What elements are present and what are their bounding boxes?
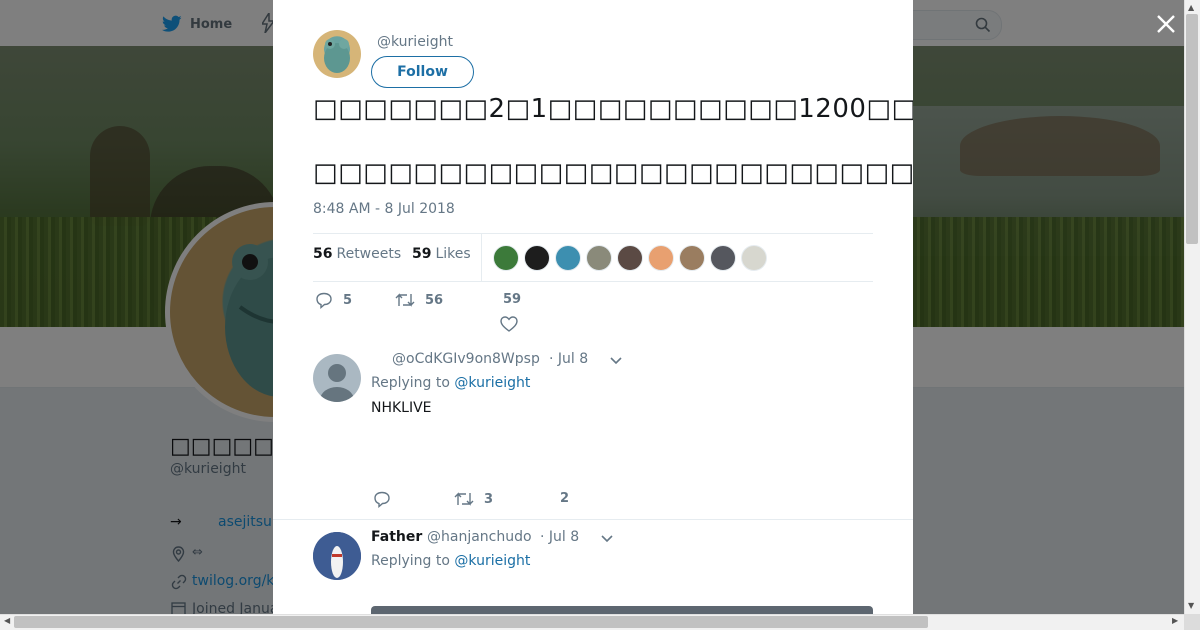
tweet-modal: @kurieight Follow □□□□□□□2□1□□□□□□□□□□12… (273, 0, 913, 614)
reply-action[interactable] (373, 491, 401, 508)
reply-context: Replying to @kurieight (371, 375, 530, 391)
like-count: 2 (560, 491, 570, 506)
reply-date[interactable]: · Jul 8 (549, 351, 588, 367)
tweet-timestamp: 8:48 AM - 8 Jul 2018 (313, 201, 455, 217)
reply-count: 5 (343, 293, 353, 308)
stats-divider (481, 234, 482, 281)
retweet-action[interactable]: 3 (454, 491, 493, 507)
close-icon[interactable] (1154, 12, 1178, 36)
tweet-text-line-2: □□□□□□□□□□□□□□□□□□□□□□□□□□□□□□□□□□□□□□□□… (313, 158, 913, 188)
scroll-down-arrow-icon[interactable]: ▼ (1188, 601, 1194, 610)
retweet-count: 3 (484, 491, 494, 507)
scroll-left-arrow-icon[interactable]: ◀ (4, 616, 10, 625)
like-count-action[interactable]: 2 (560, 491, 569, 506)
scroll-right-arrow-icon[interactable]: ▶ (1172, 616, 1178, 625)
replying-to-label: Replying to (371, 375, 450, 391)
retweet-action[interactable]: 56 (395, 292, 443, 308)
chevron-down-icon[interactable] (600, 531, 614, 550)
like-count-action[interactable]: 59 (503, 292, 521, 307)
liker-avatar[interactable] (679, 245, 705, 271)
likes-stat[interactable]: 59 Likes (412, 246, 471, 262)
reply-avatar-default[interactable] (313, 354, 361, 402)
retweets-count: 56 (313, 246, 333, 262)
reply-media-image[interactable] (371, 606, 873, 614)
reply-text: NHKLIVE (371, 400, 432, 416)
reply-handle[interactable]: @oCdKGIv9on8Wpsp (392, 351, 540, 367)
reply-action[interactable]: 5 (315, 292, 352, 309)
liker-avatar[interactable] (493, 245, 519, 271)
retweet-count: 56 (425, 292, 444, 308)
tweet-actions: 5 56 59 (313, 292, 873, 336)
chevron-down-icon[interactable] (609, 353, 623, 372)
like-count: 59 (503, 292, 522, 307)
liker-avatar[interactable] (586, 245, 612, 271)
reply-icon (374, 491, 390, 508)
liker-avatar[interactable] (648, 245, 674, 271)
retweet-icon (454, 492, 474, 506)
tweet-text-line-1: □□□□□□□2□1□□□□□□□□□□1200□□□□□□□□□□□□ □□□… (313, 94, 913, 124)
likes-count: 59 (412, 246, 432, 262)
retweet-icon (395, 293, 415, 307)
follow-button[interactable]: Follow (371, 56, 474, 88)
reply-icon (316, 292, 332, 309)
tweet-stats: 56 Retweets 59 Likes (313, 233, 873, 282)
scroll-up-arrow-icon[interactable]: ▲ (1188, 3, 1194, 12)
tweet-author-handle[interactable]: @kurieight (377, 34, 453, 50)
vertical-scrollbar-thumb[interactable] (1186, 14, 1198, 244)
liker-avatar[interactable] (524, 245, 550, 271)
retweets-label: Retweets (336, 246, 402, 262)
replying-to-link[interactable]: @kurieight (454, 553, 530, 569)
reply-author-name[interactable]: Father (371, 529, 422, 545)
scrollbar-corner (1184, 614, 1200, 630)
heart-icon (500, 316, 518, 332)
reply-handle[interactable]: @hanjanchudo (427, 529, 532, 545)
replying-to-link[interactable]: @kurieight (454, 375, 530, 391)
horizontal-scrollbar-thumb[interactable] (14, 616, 928, 628)
liker-avatar[interactable] (617, 245, 643, 271)
like-action[interactable] (500, 316, 528, 332)
replying-to-label: Replying to (371, 553, 450, 569)
liker-avatar[interactable] (741, 245, 767, 271)
liker-avatars (493, 245, 772, 271)
retweets-stat[interactable]: 56 Retweets (313, 246, 401, 262)
reply-avatar[interactable] (313, 532, 361, 580)
liker-avatar[interactable] (710, 245, 736, 271)
likes-label: Likes (435, 246, 471, 262)
reply-context: Replying to @kurieight (371, 553, 530, 569)
liker-avatar[interactable] (555, 245, 581, 271)
reply-divider (273, 519, 913, 520)
tweet-author-avatar[interactable] (313, 30, 361, 78)
reply-date[interactable]: · Jul 8 (540, 529, 579, 545)
